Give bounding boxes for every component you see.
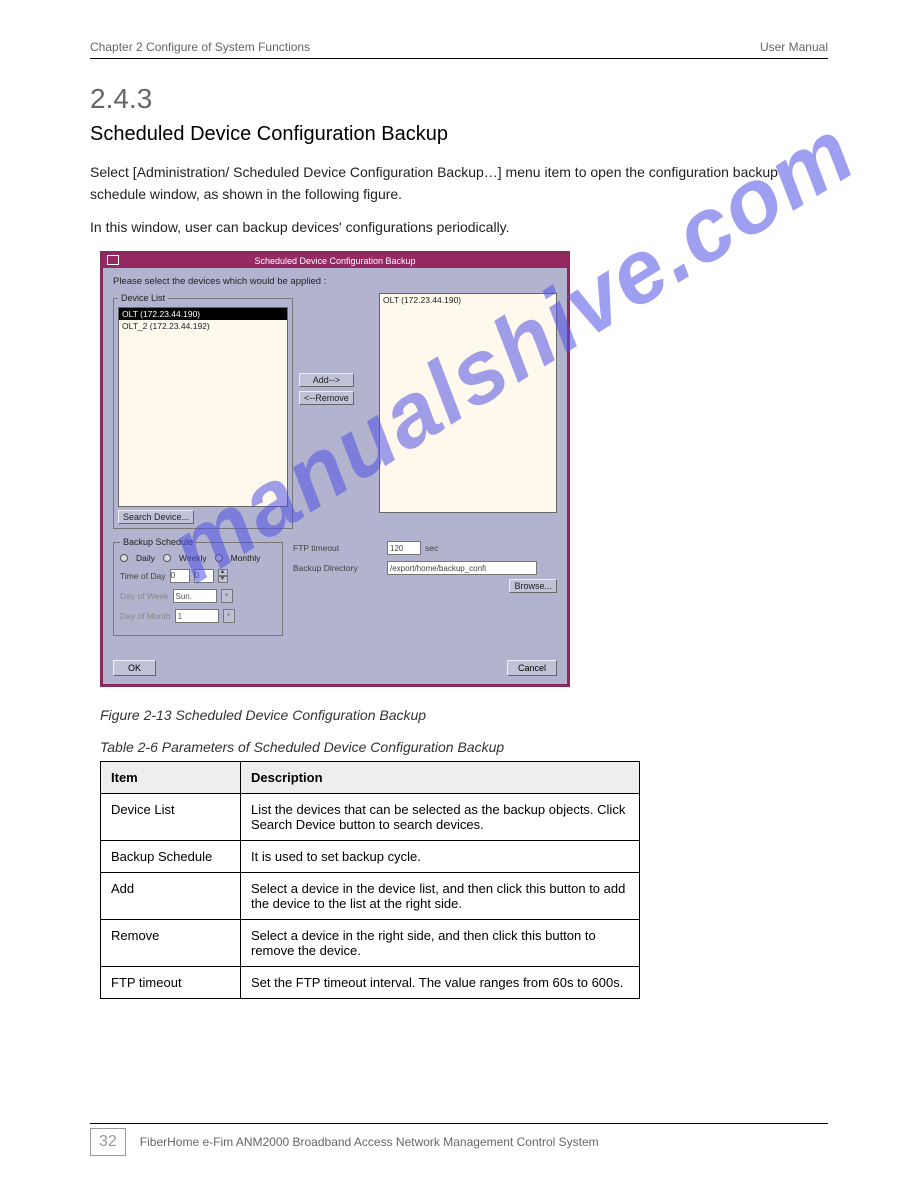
dialog-instruction: Please select the devices which would be… <box>113 276 557 287</box>
table-row: Device ListList the devices that can be … <box>101 794 640 841</box>
section-title: Scheduled Device Configuration Backup <box>90 123 828 146</box>
list-item[interactable]: OLT (172.23.44.190) <box>383 295 553 305</box>
dialog-title-text: Scheduled Device Configuration Backup <box>254 256 415 266</box>
ftp-timeout-label: FTP timeout <box>293 543 383 553</box>
backup-directory-label: Backup Directory <box>293 563 383 573</box>
chevron-down-icon[interactable]: ▾ <box>221 589 233 603</box>
time-spinner[interactable]: ▲▼ <box>218 569 228 583</box>
list-item[interactable]: OLT_2 (172.23.44.192) <box>119 320 287 332</box>
page-header: Chapter 2 Configure of System Functions … <box>90 40 828 59</box>
dialog-window: Scheduled Device Configuration Backup Pl… <box>100 251 570 687</box>
device-list-left[interactable]: OLT (172.23.44.190) OLT_2 (172.23.44.192… <box>118 307 288 507</box>
add-button[interactable]: Add--> <box>299 373 354 387</box>
weekly-radio[interactable] <box>163 554 171 562</box>
day-of-month-combo[interactable]: 1 <box>175 609 219 623</box>
section-para2: In this window, user can backup devices'… <box>90 217 828 239</box>
dialog-titlebar: Scheduled Device Configuration Backup <box>103 254 567 268</box>
cancel-button[interactable]: Cancel <box>507 660 557 676</box>
monthly-radio[interactable] <box>215 554 223 562</box>
table-row: AddSelect a device in the device list, a… <box>101 873 640 920</box>
time-hour-input[interactable]: 0 <box>170 569 190 583</box>
header-left: Chapter 2 Configure of System Functions <box>90 40 310 54</box>
daily-radio[interactable] <box>120 554 128 562</box>
ftp-timeout-input[interactable]: 120 <box>387 541 421 555</box>
weekly-label: Weekly <box>179 553 207 563</box>
table-header-item: Item <box>101 762 241 794</box>
section-para1: Select [Administration/ Scheduled Device… <box>90 162 828 205</box>
header-right: User Manual <box>760 40 828 54</box>
time-min-input[interactable]: 0 <box>194 569 214 583</box>
list-item[interactable]: OLT (172.23.44.190) <box>119 308 287 320</box>
page-footer: 32 FiberHome e-Fim ANM2000 Broadband Acc… <box>90 1123 828 1156</box>
daily-label: Daily <box>136 553 155 563</box>
day-of-week-combo[interactable]: Sun. <box>173 589 217 603</box>
section-number: 2.4.3 <box>90 83 828 115</box>
page-number: 32 <box>90 1128 126 1156</box>
backup-directory-input[interactable]: /export/home/backup_confi <box>387 561 537 575</box>
ftp-timeout-unit: sec <box>425 543 438 553</box>
parameters-table: Item Description Device ListList the dev… <box>100 761 640 999</box>
device-list-right[interactable]: OLT (172.23.44.190) <box>379 293 557 513</box>
backup-schedule-legend: Backup Schedule <box>120 537 196 547</box>
time-of-day-label: Time of Day <box>120 571 166 581</box>
footer-doc-title: FiberHome e-Fim ANM2000 Broadband Access… <box>140 1135 599 1149</box>
table-header-desc: Description <box>241 762 640 794</box>
device-list-legend: Device List <box>118 293 168 303</box>
table-caption: Table 2-6 Parameters of Scheduled Device… <box>100 739 828 755</box>
chevron-down-icon[interactable]: ▾ <box>223 609 235 623</box>
day-of-week-label: Day of Week <box>120 591 169 601</box>
table-row: RemoveSelect a device in the right side,… <box>101 920 640 967</box>
browse-button[interactable]: Browse... <box>509 579 557 593</box>
remove-button[interactable]: <--Remove <box>299 391 354 405</box>
table-row: Backup ScheduleIt is used to set backup … <box>101 841 640 873</box>
monthly-label: Monthly <box>231 553 261 563</box>
figure-caption: Figure 2-13 Scheduled Device Configurati… <box>100 707 828 723</box>
ok-button[interactable]: OK <box>113 660 156 676</box>
search-device-button[interactable]: Search Device... <box>118 510 194 524</box>
table-row: FTP timeoutSet the FTP timeout interval.… <box>101 967 640 999</box>
sysmenu-icon[interactable] <box>107 255 119 265</box>
day-of-month-label: Day of Month <box>120 611 171 621</box>
